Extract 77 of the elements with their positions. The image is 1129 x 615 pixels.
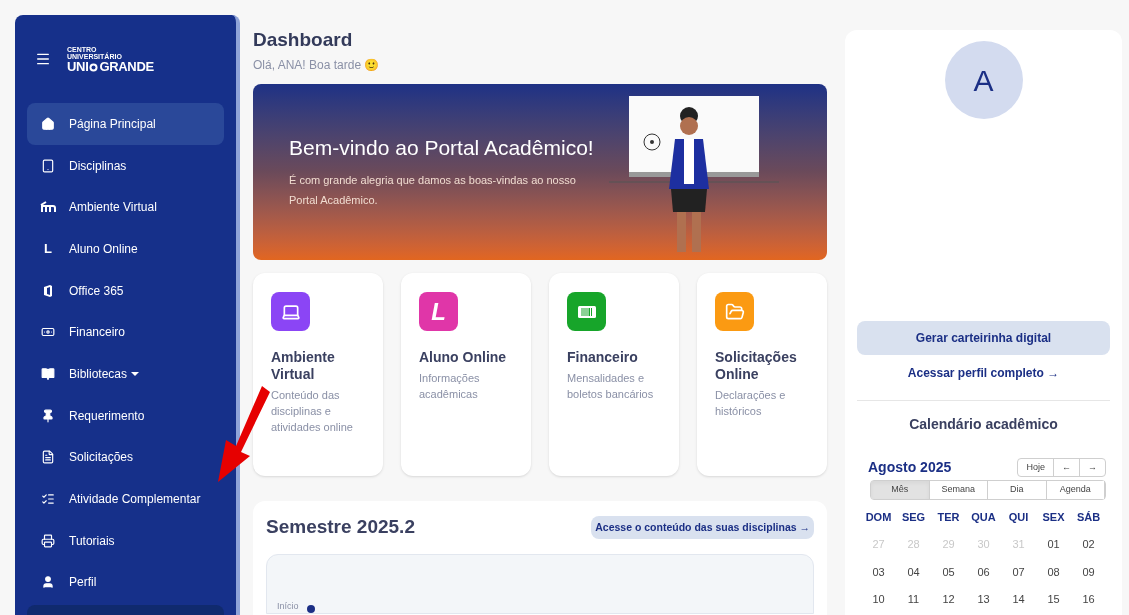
calendar-day[interactable]: 08 (1036, 563, 1071, 580)
list-icon (41, 492, 55, 507)
calendar-day[interactable]: 14 (1001, 591, 1036, 608)
letter-m-icon (40, 201, 56, 214)
weekday-label: DOM (864, 509, 893, 525)
calendar-day[interactable]: 03 (861, 563, 896, 580)
avatar: A (944, 41, 1023, 119)
sidebar-item[interactable]: Tutoriais (27, 519, 224, 562)
office-icon (43, 284, 53, 297)
pin-icon (41, 408, 55, 423)
calendar-day[interactable]: 02 (1071, 536, 1106, 553)
profile-link[interactable]: Acessar perfil completo → (907, 364, 1060, 382)
greeting: Olá, ANA! Boa tarde 🙂 (253, 56, 381, 74)
calendar-day[interactable]: 16 (1071, 591, 1106, 608)
calendar-day[interactable]: 05 (931, 563, 966, 580)
weekday-label: QUI (1007, 509, 1030, 525)
semester-title: Semestre 2025.2 (266, 515, 415, 540)
sidebar-item[interactable]: Perfil (27, 561, 224, 604)
user-icon (41, 575, 55, 590)
calendar-day[interactable]: 10 (861, 591, 896, 608)
calendar-day[interactable]: 13 (966, 591, 1001, 608)
sidebar-item[interactable]: Financeiro (27, 311, 224, 354)
next-button[interactable]: → (1080, 458, 1105, 477)
card-title: Financeiro (567, 349, 639, 367)
menu-icon[interactable] (35, 51, 51, 67)
sidebar-item[interactable]: Disciplinas (27, 144, 224, 187)
view-tab[interactable]: Mês (871, 481, 930, 499)
calendar-day[interactable]: 09 (1071, 563, 1106, 580)
sidebar-item[interactable]: Office 365 (27, 269, 224, 312)
weekday-label: SEG (900, 509, 927, 525)
calendar-day[interactable]: 06 (966, 563, 1001, 580)
sidebar-item[interactable]: Solicitações (27, 436, 224, 479)
card-text: Conteúdo das disciplinas e atividades online (271, 388, 354, 436)
sidebar-item[interactable]: L Aluno Online (27, 228, 224, 270)
shortcut-card[interactable]: L Aluno Online Informações acadêmicas (401, 273, 531, 477)
banner-text: É com grande alegria que damos as boas-vindas ao nosso Portal Acadêmico. (289, 173, 577, 209)
calendar-title: Calendário acadêmico (909, 415, 1058, 434)
card-text: Declarações e históricos (715, 388, 787, 420)
sidebar-item[interactable]: Atividade Complementar (27, 478, 224, 520)
weekday-label: TER (936, 509, 961, 525)
calendar-day[interactable]: 12 (931, 591, 966, 608)
calendar-day[interactable]: 07 (1001, 563, 1036, 580)
digital-card-button[interactable]: Gerar carteirinha digital (857, 321, 1110, 355)
letter-icon: L (44, 242, 52, 256)
weekday-label: SÁB (1075, 509, 1102, 525)
page-title: Dashboard (253, 28, 354, 52)
card-icon: L (419, 292, 458, 332)
weekday-label: SEX (1041, 509, 1066, 525)
month-title: Agosto 2025 (868, 458, 952, 477)
card-title: Aluno Online (419, 349, 508, 367)
card-title: Solicitações Online (715, 349, 798, 384)
card-text: Mensalidades e boletos bancários (567, 371, 655, 403)
printer-icon (41, 533, 55, 548)
disciplines-link[interactable]: Acesse o conteúdo das suas disciplinas → (591, 515, 814, 540)
previous-button[interactable]: ← (1054, 458, 1080, 477)
sidebar-item[interactable]: Bibliotecas (27, 353, 224, 395)
sidebar-item[interactable]: Ambiente Virtual (27, 186, 224, 229)
document-icon (41, 450, 55, 465)
weekday-label: QUA (970, 509, 997, 525)
tablet-icon (41, 158, 55, 173)
card-title: Ambiente Virtual (271, 349, 336, 384)
shortcut-card[interactable]: Solicitações Online Declarações e históricos (697, 273, 827, 477)
calendar-day[interactable]: 15 (1036, 591, 1071, 608)
calendar-day[interactable]: 11 (896, 591, 931, 608)
today-button[interactable]: Hoje (1018, 458, 1054, 477)
home-icon (41, 116, 55, 131)
shortcut-card[interactable]: Financeiro Mensalidades e boletos bancários (549, 273, 679, 477)
timeline-label: Início (277, 601, 299, 613)
shortcut-card[interactable]: Ambiente Virtual Conteúdo das disciplinas e atividades online (253, 273, 383, 477)
book-icon (41, 366, 55, 381)
banner-title: Bem-vindo ao Portal Acadêmico! (289, 134, 595, 161)
emblem-icon (89, 62, 99, 72)
calendar-day[interactable]: 04 (896, 563, 931, 580)
card-text: Informações acadêmicas (419, 371, 481, 403)
sidebar-item[interactable]: Página Principal (27, 103, 224, 145)
calendar-day[interactable]: 01 (1036, 536, 1071, 553)
sidebar-item[interactable]: Requerimento (27, 394, 224, 437)
